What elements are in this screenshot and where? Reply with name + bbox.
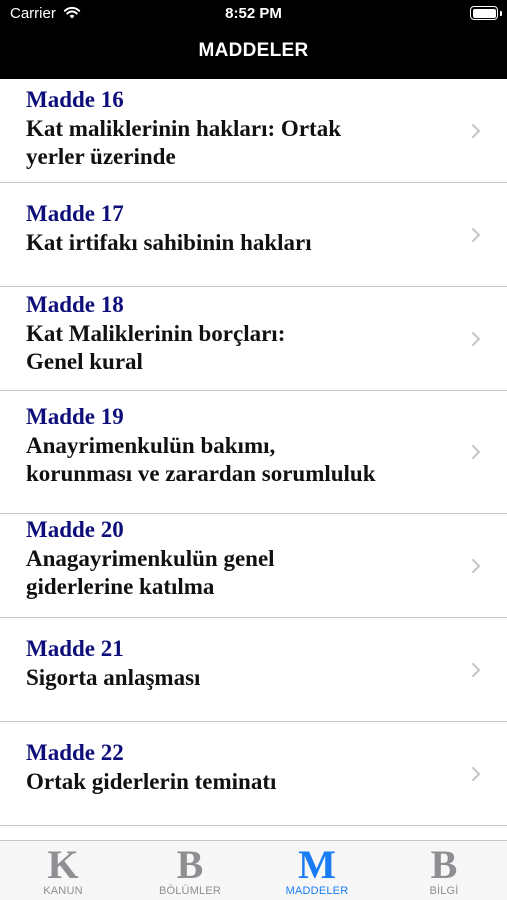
- status-time: 8:52 PM: [225, 5, 282, 22]
- item-title: Madde 22: [26, 740, 124, 765]
- list-item[interactable]: Madde 20 Anagayrimenkulün genel giderler…: [0, 514, 507, 618]
- chevron-right-icon: [472, 767, 480, 781]
- list-item[interactable]: Madde 17 Kat irtifakı sahibinin hakları: [0, 183, 507, 287]
- tab-bolumler[interactable]: B BÖLÜMLER: [127, 841, 253, 900]
- tab-label: KANUN: [43, 885, 83, 897]
- item-title: Madde 21: [26, 636, 124, 661]
- item-description-line: Kat Maliklerinin borçları:: [26, 321, 286, 346]
- item-title: Madde 20: [26, 517, 124, 542]
- item-description-line: yerler üzerinde: [26, 144, 176, 169]
- article-list: Madde 16 Kat maliklerinin hakları: Ortak…: [0, 79, 507, 840]
- m-letter-icon: M: [298, 842, 336, 887]
- list-item[interactable]: Madde 16 Kat maliklerinin hakları: Ortak…: [0, 79, 507, 183]
- list-item[interactable]: Madde 22 Ortak giderlerin teminatı: [0, 722, 507, 826]
- item-description-line: Kat maliklerinin hakları: Ortak: [26, 116, 341, 141]
- b-letter-icon: B: [430, 842, 458, 887]
- list-item[interactable]: Madde 19 Anayrimenkulün bakımı, korunmas…: [0, 391, 507, 514]
- item-description-line: Anagayrimenkulün genel: [26, 546, 275, 571]
- tab-label: BÖLÜMLER: [158, 885, 222, 897]
- chevron-right-icon: [472, 663, 480, 677]
- b-letter-icon: B: [176, 842, 204, 887]
- item-description-line: korunması ve zarardan sorumluluk: [26, 461, 376, 486]
- tab-kanun[interactable]: K KANUN: [0, 841, 126, 900]
- item-description-line: Ortak giderlerin teminatı: [26, 769, 277, 794]
- item-title: Madde 16: [26, 87, 124, 112]
- navigation-bar: Carrier 8:52 PM MADDELER: [0, 0, 507, 79]
- chevron-right-icon: [472, 445, 480, 459]
- status-bar: Carrier 8:52 PM: [0, 0, 507, 28]
- list-item[interactable]: Madde 21 Sigorta anlaşması: [0, 618, 507, 722]
- item-description-line: Genel kural: [26, 349, 143, 374]
- list-item[interactable]: Madde 18 Kat Maliklerinin borçları: Gene…: [0, 287, 507, 391]
- item-description-line: Anayrimenkulün bakımı,: [26, 433, 276, 458]
- tab-label: BİLGİ: [429, 885, 459, 897]
- item-title: Madde 18: [26, 292, 124, 317]
- tab-bilgi[interactable]: B BİLGİ: [381, 841, 507, 900]
- tab-label: MADDELER: [285, 885, 349, 897]
- item-description-line: giderlerine katılma: [26, 574, 215, 599]
- item-description-line: Kat irtifakı sahibinin hakları: [26, 230, 312, 255]
- tab-maddeler[interactable]: M MADDELER: [254, 841, 380, 900]
- page-title: MADDELER: [198, 40, 309, 61]
- chevron-right-icon: [472, 124, 480, 138]
- chevron-right-icon: [472, 332, 480, 346]
- chevron-right-icon: [472, 559, 480, 573]
- item-title: Madde 19: [26, 404, 124, 429]
- chevron-right-icon: [472, 228, 480, 242]
- tab-bar: K KANUN B BÖLÜMLER M MADDELER B BİLGİ: [0, 840, 507, 900]
- item-description-line: Sigorta anlaşması: [26, 665, 201, 690]
- item-title: Madde 17: [26, 201, 124, 226]
- k-letter-icon: K: [47, 842, 79, 887]
- battery-icon: [470, 6, 502, 20]
